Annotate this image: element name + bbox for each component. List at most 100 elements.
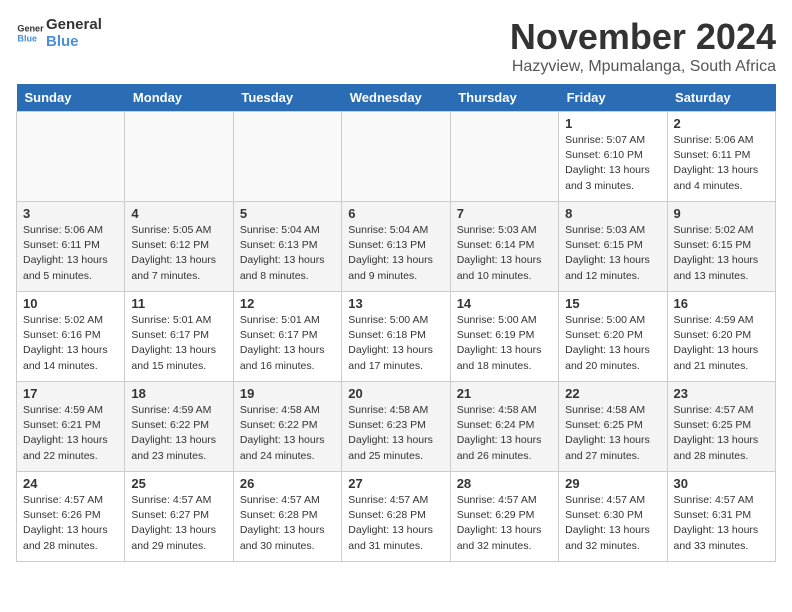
day-info: Sunrise: 4:59 AM Sunset: 6:22 PM Dayligh… xyxy=(131,403,226,464)
day-number: 9 xyxy=(674,206,769,221)
day-cell xyxy=(17,112,125,202)
day-info: Sunrise: 4:57 AM Sunset: 6:28 PM Dayligh… xyxy=(240,493,335,554)
day-cell: 3 Sunrise: 5:06 AM Sunset: 6:11 PM Daylig… xyxy=(17,202,125,292)
day-info: Sunrise: 4:58 AM Sunset: 6:23 PM Dayligh… xyxy=(348,403,443,464)
day-info: Sunrise: 4:57 AM Sunset: 6:29 PM Dayligh… xyxy=(457,493,552,554)
day-info: Sunrise: 4:57 AM Sunset: 6:25 PM Dayligh… xyxy=(674,403,769,464)
logo-general: General xyxy=(46,16,102,33)
day-info: Sunrise: 5:04 AM Sunset: 6:13 PM Dayligh… xyxy=(240,223,335,284)
day-cell: 13 Sunrise: 5:00 AM Sunset: 6:18 PM Dayli… xyxy=(342,292,450,382)
day-number: 28 xyxy=(457,476,552,491)
day-number: 18 xyxy=(131,386,226,401)
day-number: 24 xyxy=(23,476,118,491)
day-cell: 7Sunrise: 5:03 AM Sunset: 6:14 PM Daylig… xyxy=(450,202,558,292)
day-number: 3 xyxy=(23,206,118,221)
day-cell: 2 Sunrise: 5:06 AM Sunset: 6:11 PM Daylig… xyxy=(667,112,775,202)
day-number: 16 xyxy=(674,296,769,311)
calendar-title: November 2024 xyxy=(510,16,776,58)
day-cell: 24 Sunrise: 4:57 AM Sunset: 6:26 PM Dayli… xyxy=(17,472,125,562)
week-row-4: 17 Sunrise: 4:59 AM Sunset: 6:21 PM Dayli… xyxy=(17,382,776,472)
day-number: 21 xyxy=(457,386,552,401)
col-header-sunday: Sunday xyxy=(17,84,125,112)
day-info: Sunrise: 5:06 AM Sunset: 6:11 PM Dayligh… xyxy=(674,133,769,194)
day-number: 1 xyxy=(565,116,660,131)
day-number: 15 xyxy=(565,296,660,311)
day-cell: 26 Sunrise: 4:57 AM Sunset: 6:28 PM Dayli… xyxy=(233,472,341,562)
day-number: 5 xyxy=(240,206,335,221)
svg-text:General: General xyxy=(17,24,44,34)
day-cell xyxy=(233,112,341,202)
day-number: 10 xyxy=(23,296,118,311)
day-cell: 5 Sunrise: 5:04 AM Sunset: 6:13 PM Daylig… xyxy=(233,202,341,292)
day-info: Sunrise: 4:57 AM Sunset: 6:27 PM Dayligh… xyxy=(131,493,226,554)
logo-icon: General Blue xyxy=(16,19,44,47)
day-number: 20 xyxy=(348,386,443,401)
day-cell: 20 Sunrise: 4:58 AM Sunset: 6:23 PM Dayli… xyxy=(342,382,450,472)
day-cell: 4Sunrise: 5:05 AM Sunset: 6:12 PM Daylig… xyxy=(125,202,233,292)
day-info: Sunrise: 5:03 AM Sunset: 6:15 PM Dayligh… xyxy=(565,223,660,284)
logo: General Blue General Blue xyxy=(16,16,102,50)
day-number: 13 xyxy=(348,296,443,311)
day-cell: 11 Sunrise: 5:01 AM Sunset: 6:17 PM Dayli… xyxy=(125,292,233,382)
day-number: 22 xyxy=(565,386,660,401)
week-row-5: 24 Sunrise: 4:57 AM Sunset: 6:26 PM Dayli… xyxy=(17,472,776,562)
day-info: Sunrise: 5:01 AM Sunset: 6:17 PM Dayligh… xyxy=(131,313,226,374)
day-cell: 28 Sunrise: 4:57 AM Sunset: 6:29 PM Dayli… xyxy=(450,472,558,562)
col-header-wednesday: Wednesday xyxy=(342,84,450,112)
day-number: 23 xyxy=(674,386,769,401)
day-cell xyxy=(342,112,450,202)
day-cell: 9 Sunrise: 5:02 AM Sunset: 6:15 PM Daylig… xyxy=(667,202,775,292)
week-row-1: 1 Sunrise: 5:07 AM Sunset: 6:10 PM Daylig… xyxy=(17,112,776,202)
day-cell: 21 Sunrise: 4:58 AM Sunset: 6:24 PM Dayli… xyxy=(450,382,558,472)
day-info: Sunrise: 5:03 AM Sunset: 6:14 PM Dayligh… xyxy=(457,223,552,284)
day-number: 6 xyxy=(348,206,443,221)
day-number: 27 xyxy=(348,476,443,491)
day-number: 25 xyxy=(131,476,226,491)
day-number: 19 xyxy=(240,386,335,401)
day-cell: 30Sunrise: 4:57 AM Sunset: 6:31 PM Dayli… xyxy=(667,472,775,562)
day-cell: 1 Sunrise: 5:07 AM Sunset: 6:10 PM Daylig… xyxy=(559,112,667,202)
day-cell: 8Sunrise: 5:03 AM Sunset: 6:15 PM Daylig… xyxy=(559,202,667,292)
svg-text:Blue: Blue xyxy=(17,33,37,43)
day-number: 14 xyxy=(457,296,552,311)
calendar-subtitle: Hazyview, Mpumalanga, South Africa xyxy=(510,58,776,76)
day-cell: 22 Sunrise: 4:58 AM Sunset: 6:25 PM Dayli… xyxy=(559,382,667,472)
day-number: 29 xyxy=(565,476,660,491)
day-cell: 17 Sunrise: 4:59 AM Sunset: 6:21 PM Dayli… xyxy=(17,382,125,472)
day-info: Sunrise: 4:57 AM Sunset: 6:30 PM Dayligh… xyxy=(565,493,660,554)
day-cell: 14Sunrise: 5:00 AM Sunset: 6:19 PM Dayli… xyxy=(450,292,558,382)
day-number: 11 xyxy=(131,296,226,311)
day-number: 17 xyxy=(23,386,118,401)
col-header-saturday: Saturday xyxy=(667,84,775,112)
day-info: Sunrise: 4:58 AM Sunset: 6:22 PM Dayligh… xyxy=(240,403,335,464)
day-cell: 6 Sunrise: 5:04 AM Sunset: 6:13 PM Daylig… xyxy=(342,202,450,292)
day-cell: 10Sunrise: 5:02 AM Sunset: 6:16 PM Dayli… xyxy=(17,292,125,382)
day-info: Sunrise: 4:57 AM Sunset: 6:28 PM Dayligh… xyxy=(348,493,443,554)
day-info: Sunrise: 5:04 AM Sunset: 6:13 PM Dayligh… xyxy=(348,223,443,284)
col-header-friday: Friday xyxy=(559,84,667,112)
day-info: Sunrise: 5:01 AM Sunset: 6:17 PM Dayligh… xyxy=(240,313,335,374)
header-row: SundayMondayTuesdayWednesdayThursdayFrid… xyxy=(17,84,776,112)
week-row-3: 10Sunrise: 5:02 AM Sunset: 6:16 PM Dayli… xyxy=(17,292,776,382)
day-cell: 18 Sunrise: 4:59 AM Sunset: 6:22 PM Dayli… xyxy=(125,382,233,472)
day-info: Sunrise: 5:02 AM Sunset: 6:15 PM Dayligh… xyxy=(674,223,769,284)
day-info: Sunrise: 4:58 AM Sunset: 6:24 PM Dayligh… xyxy=(457,403,552,464)
day-number: 12 xyxy=(240,296,335,311)
day-info: Sunrise: 4:59 AM Sunset: 6:20 PM Dayligh… xyxy=(674,313,769,374)
page-header: General Blue General Blue November 2024 … xyxy=(16,16,776,76)
day-info: Sunrise: 4:57 AM Sunset: 6:26 PM Dayligh… xyxy=(23,493,118,554)
col-header-tuesday: Tuesday xyxy=(233,84,341,112)
day-info: Sunrise: 5:05 AM Sunset: 6:12 PM Dayligh… xyxy=(131,223,226,284)
day-info: Sunrise: 4:58 AM Sunset: 6:25 PM Dayligh… xyxy=(565,403,660,464)
day-cell: 23 Sunrise: 4:57 AM Sunset: 6:25 PM Dayli… xyxy=(667,382,775,472)
day-info: Sunrise: 5:06 AM Sunset: 6:11 PM Dayligh… xyxy=(23,223,118,284)
day-number: 26 xyxy=(240,476,335,491)
day-info: Sunrise: 4:57 AM Sunset: 6:31 PM Dayligh… xyxy=(674,493,769,554)
day-cell: 25 Sunrise: 4:57 AM Sunset: 6:27 PM Dayli… xyxy=(125,472,233,562)
calendar-table: SundayMondayTuesdayWednesdayThursdayFrid… xyxy=(16,84,776,562)
day-info: Sunrise: 5:07 AM Sunset: 6:10 PM Dayligh… xyxy=(565,133,660,194)
day-info: Sunrise: 5:00 AM Sunset: 6:18 PM Dayligh… xyxy=(348,313,443,374)
day-info: Sunrise: 4:59 AM Sunset: 6:21 PM Dayligh… xyxy=(23,403,118,464)
day-number: 2 xyxy=(674,116,769,131)
day-cell: 19 Sunrise: 4:58 AM Sunset: 6:22 PM Dayli… xyxy=(233,382,341,472)
